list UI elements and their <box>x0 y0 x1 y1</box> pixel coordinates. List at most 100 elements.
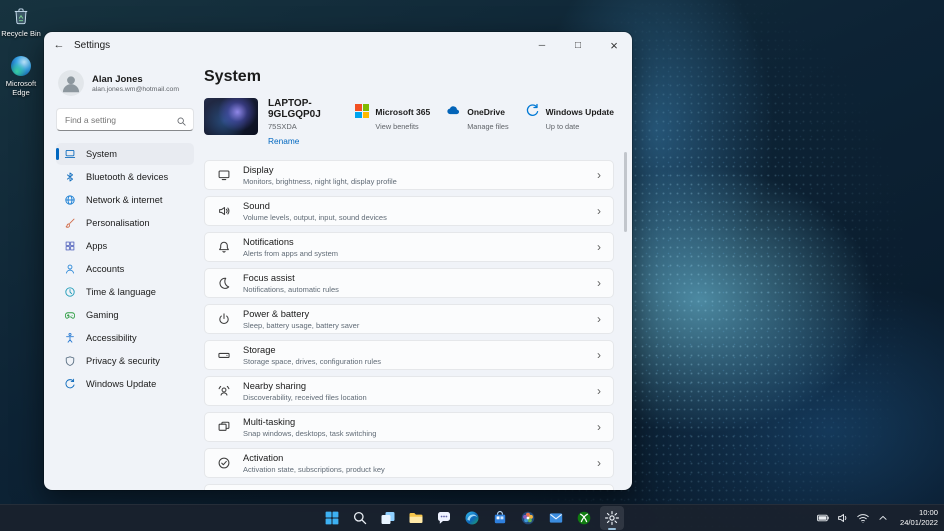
display-icon <box>217 168 231 182</box>
taskbar-xbox-icon[interactable] <box>572 506 596 530</box>
settings-main-panel: System LAPTOP-9GLGQP0J 75SXDA Rename Mic… <box>204 58 632 490</box>
sidebar-item-label: Bluetooth & devices <box>86 172 168 182</box>
chevron-right-icon <box>597 169 601 181</box>
device-overview: LAPTOP-9GLGQP0J 75SXDA Rename Microsoft … <box>204 98 614 146</box>
sidebar-item-network-internet[interactable]: Network & internet <box>56 189 194 211</box>
selected-indicator <box>56 148 59 160</box>
user-account[interactable]: Alan Jones alan.jones.wm@hotmail.com <box>58 70 194 96</box>
row-subtitle: Discoverability, received files location <box>243 393 367 402</box>
row-subtitle: Activation state, subscriptions, product… <box>243 465 385 474</box>
device-model: 75SXDA <box>268 122 345 131</box>
settings-sidebar: Alan Jones alan.jones.wm@hotmail.com Sys… <box>44 58 204 490</box>
back-button[interactable] <box>44 32 74 58</box>
sidebar-item-accounts[interactable]: Accounts <box>56 258 194 280</box>
tray-battery-icon[interactable] <box>816 511 830 525</box>
status-microsoft-365[interactable]: Microsoft 365View benefits <box>355 102 430 131</box>
brush-icon <box>64 217 76 229</box>
sidebar-item-label: Personalisation <box>86 218 150 228</box>
sidebar-item-label: Accessibility <box>86 333 137 343</box>
chevron-right-icon <box>597 385 601 397</box>
taskbar-clock[interactable]: 10:00 24/01/2022 <box>896 508 938 528</box>
tray-chevron-up-icon[interactable] <box>876 511 890 525</box>
update-icon <box>525 103 540 118</box>
status-subtitle: Up to date <box>546 122 614 131</box>
taskbar: 10:00 24/01/2022 <box>0 504 944 531</box>
settings-row-sound[interactable]: SoundVolume levels, output, input, sound… <box>204 196 614 226</box>
status-title: OneDrive <box>467 107 505 117</box>
search-input[interactable] <box>56 108 194 131</box>
settings-row-troubleshoot[interactable]: TroubleshootRecommended troubleshooters,… <box>204 484 614 490</box>
taskbar-edge-icon[interactable] <box>460 506 484 530</box>
window-titlebar[interactable]: Settings <box>44 32 632 58</box>
row-title: Power & battery <box>243 309 359 319</box>
desktop-icon-label: Microsoft Edge <box>0 79 42 97</box>
taskbar-mail-icon[interactable] <box>544 506 568 530</box>
taskbar-file-explorer-icon[interactable] <box>404 506 428 530</box>
user-name: Alan Jones <box>92 74 179 85</box>
desktop-icon-label: Recycle Bin <box>0 29 42 38</box>
taskbar-teams-chat-icon[interactable] <box>432 506 456 530</box>
sidebar-item-bluetooth-devices[interactable]: Bluetooth & devices <box>56 166 194 188</box>
row-subtitle: Alerts from apps and system <box>243 249 338 258</box>
tray-wifi-icon[interactable] <box>856 511 870 525</box>
storage-icon <box>217 348 231 362</box>
settings-row-storage[interactable]: StorageStorage space, drives, configurat… <box>204 340 614 370</box>
avatar <box>58 70 84 96</box>
minimize-button[interactable] <box>524 32 560 58</box>
sidebar-item-time-language[interactable]: Time & language <box>56 281 194 303</box>
settings-row-multi-tasking[interactable]: Multi-taskingSnap windows, desktops, tas… <box>204 412 614 442</box>
taskbar-photos-icon[interactable] <box>516 506 540 530</box>
device-name: LAPTOP-9GLGQP0J <box>268 98 345 120</box>
status-title: Windows Update <box>546 107 614 117</box>
taskbar-store-icon[interactable] <box>488 506 512 530</box>
chevup-icon <box>876 511 890 525</box>
scrollbar[interactable] <box>624 152 627 232</box>
settings-row-activation[interactable]: ActivationActivation state, subscription… <box>204 448 614 478</box>
settings-row-nearby-sharing[interactable]: Nearby sharingDiscoverability, received … <box>204 376 614 406</box>
desktop-icon-recycle-bin[interactable]: Recycle Bin <box>0 6 42 38</box>
chevron-right-icon <box>597 421 601 433</box>
settings-row-power-battery[interactable]: Power & battery Sleep, battery usage, bat… <box>204 304 614 334</box>
globe-icon <box>64 194 76 206</box>
row-title: Focus assist <box>243 273 339 283</box>
status-subtitle: Manage files <box>467 122 508 131</box>
maximize-button[interactable] <box>560 32 596 58</box>
shield-icon <box>64 355 76 367</box>
status-windows-update[interactable]: Windows Update Up to date <box>525 102 614 131</box>
taskbar-start-icon[interactable] <box>320 506 344 530</box>
sidebar-item-personalisation[interactable]: Personalisation <box>56 212 194 234</box>
row-subtitle: Sleep, battery usage, battery saver <box>243 321 359 330</box>
sidebar-item-label: Accounts <box>86 264 124 274</box>
row-subtitle: Monitors, brightness, night light, displ… <box>243 177 397 186</box>
edge-logo-icon <box>11 56 31 76</box>
rename-link[interactable]: Rename <box>268 136 345 146</box>
microsoft-365-icon <box>355 104 369 118</box>
taskbar-task-view-icon[interactable] <box>376 506 400 530</box>
taskbar-search-icon[interactable] <box>348 506 372 530</box>
sound-icon <box>217 204 231 218</box>
desktop-icon-microsoft-edge[interactable]: Microsoft Edge <box>0 56 42 97</box>
recycle-bin-icon <box>11 6 31 26</box>
row-subtitle: Notifications, automatic rules <box>243 285 339 294</box>
window-title: Settings <box>74 40 110 51</box>
sidebar-item-privacy-security[interactable]: Privacy & security <box>56 350 194 372</box>
tray-volume-icon[interactable] <box>836 511 850 525</box>
taskbar-settings-icon[interactable] <box>600 506 624 530</box>
sidebar-item-system[interactable]: System <box>56 143 194 165</box>
settings-row-notifications[interactable]: NotificationsAlerts from apps and system <box>204 232 614 262</box>
sidebar-item-gaming[interactable]: Gaming <box>56 304 194 326</box>
sidebar-item-windows-update[interactable]: Windows Update <box>56 373 194 395</box>
row-title: Sound <box>243 201 387 211</box>
status-onedrive[interactable]: OneDrive Manage files <box>446 102 508 131</box>
sidebar-item-label: Time & language <box>86 287 156 297</box>
apps-icon <box>64 240 76 252</box>
settings-row-display[interactable]: DisplayMonitors, brightness, night light… <box>204 160 614 190</box>
status-subtitle: View benefits <box>375 122 430 131</box>
close-button[interactable] <box>596 32 632 58</box>
settings-row-focus-assist[interactable]: Focus assist Notifications, automatic rul… <box>204 268 614 298</box>
sidebar-item-label: Network & internet <box>86 195 162 205</box>
sidebar-item-accessibility[interactable]: Accessibility <box>56 327 194 349</box>
sidebar-item-apps[interactable]: Apps <box>56 235 194 257</box>
sidebar-item-label: Windows Update <box>86 379 156 389</box>
chevron-right-icon <box>597 313 601 325</box>
